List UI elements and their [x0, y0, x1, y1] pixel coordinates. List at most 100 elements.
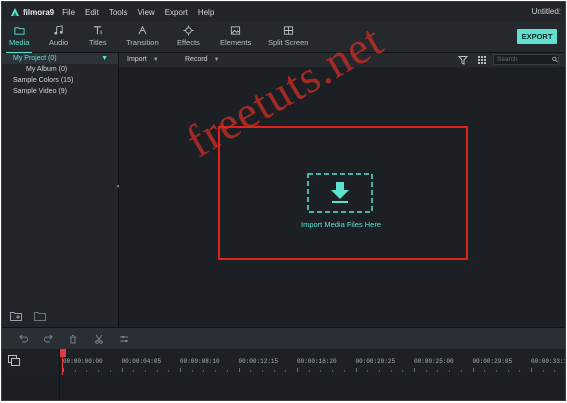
menu-help[interactable]: Help	[198, 8, 214, 17]
menu-tools[interactable]: Tools	[109, 8, 128, 17]
menu-bar: filmora9 File Edit Tools View Export Hel…	[2, 2, 565, 22]
remove-folder-icon[interactable]	[34, 311, 46, 321]
split-screen-icon	[283, 26, 293, 35]
timeline-minor-tick	[250, 370, 252, 372]
tab-media-label: Media	[9, 38, 30, 47]
filter-icon[interactable]	[458, 55, 468, 65]
timeline-minor-tick	[168, 370, 170, 372]
delete-icon[interactable]	[68, 334, 78, 344]
search-box	[493, 54, 559, 65]
tab-split-screen[interactable]: Split Screen	[268, 25, 308, 51]
media-area: Import ▼ Record ▼ I	[119, 53, 565, 327]
app-logo-text: filmora9	[23, 7, 55, 17]
timeline-minor-tick	[402, 370, 404, 372]
media-toolbar: Import ▼ Record ▼	[119, 53, 565, 67]
cut-icon[interactable]	[94, 334, 104, 344]
timeline-minor-tick	[144, 370, 146, 372]
timeline-minor-tick	[332, 370, 334, 372]
record-dropdown[interactable]: Record ▼	[185, 56, 220, 63]
tab-effects-label: Effects	[177, 38, 200, 47]
timeline-minor-tick	[425, 370, 427, 372]
timeline-minor-tick	[86, 370, 88, 372]
media-library-tree: My Project (0) ▼ My Album (0) Sample Col…	[2, 53, 118, 97]
image-icon	[231, 26, 241, 35]
timeline-minor-tick	[449, 370, 451, 372]
library-actions	[10, 311, 46, 321]
timeline-minor-tick	[554, 370, 556, 372]
timeline-minor-tick	[285, 370, 287, 372]
timeline-minor-tick	[507, 370, 509, 372]
adjust-icon[interactable]	[119, 334, 129, 344]
timeline-tick-label: 00:00:25:00	[414, 358, 454, 365]
grid-view-icon[interactable]	[477, 55, 487, 65]
track-manager-icon[interactable]	[8, 355, 20, 366]
export-button[interactable]: EXPORT	[517, 29, 557, 44]
chevron-down-icon[interactable]: ▼	[101, 53, 108, 64]
timeline-minor-tick	[390, 370, 392, 372]
timeline-minor-tick	[109, 370, 111, 372]
tab-transition[interactable]: Transition	[126, 25, 159, 51]
timeline-tick	[121, 368, 123, 372]
library-item-label: My Project (0)	[13, 55, 57, 62]
timeline-minor-tick	[343, 370, 345, 372]
filmora-logo-icon	[11, 8, 19, 16]
tab-media[interactable]: Media	[6, 25, 33, 54]
redo-icon[interactable]	[44, 334, 54, 344]
menu-view[interactable]: View	[138, 8, 155, 17]
library-item-sample-colors[interactable]: Sample Colors (15)	[2, 75, 118, 86]
library-item-label: My Album (0)	[26, 66, 68, 73]
timeline-tick-label: 00:00:08:10	[180, 358, 220, 365]
search-input[interactable]	[494, 56, 550, 63]
timeline-ruler: 00:00:00:00 00:00:04:05 00:00:08:10 00:00:1…	[2, 349, 565, 375]
tab-effects[interactable]: Effects	[177, 25, 200, 51]
timeline-minor-tick	[460, 370, 462, 372]
text-icon	[94, 26, 102, 35]
timeline-tick	[180, 368, 181, 372]
chevron-down-icon: ▼	[213, 56, 220, 63]
import-drop-zone[interactable]	[307, 173, 373, 213]
import-dropdown[interactable]: Import ▼	[127, 56, 159, 63]
timeline-tick	[531, 368, 532, 372]
track-labels	[2, 375, 60, 400]
record-label: Record	[185, 56, 208, 63]
timeline-tracks	[2, 375, 565, 400]
library-item-sample-video[interactable]: Sample Video (9)	[2, 86, 118, 97]
timeline-minor-tick	[484, 370, 486, 372]
undo-icon[interactable]	[18, 334, 28, 344]
search-icon[interactable]	[552, 56, 558, 63]
timeline-minor-tick	[156, 370, 158, 372]
timeline-minor-tick	[519, 370, 521, 372]
timeline-tick-label: 00:00:04:05	[121, 358, 162, 365]
timeline-minor-tick	[261, 370, 263, 372]
timeline-minor-tick	[273, 370, 275, 372]
playhead-handle[interactable]	[60, 349, 66, 357]
import-drop-label: Import Media Files Here	[300, 220, 382, 229]
transition-icon	[138, 25, 147, 35]
tab-elements-label: Elements	[220, 38, 252, 47]
project-title: Untitled:	[531, 7, 561, 16]
timeline-minor-tick	[215, 370, 217, 372]
app-logo: filmora9	[10, 7, 54, 17]
tab-audio[interactable]: Audio	[49, 25, 68, 51]
media-library-panel: My Project (0) ▼ My Album (0) Sample Col…	[2, 53, 119, 327]
menu-edit[interactable]: Edit	[85, 8, 99, 17]
timeline-minor-tick	[367, 370, 369, 372]
library-item-my-album[interactable]: My Album (0)	[2, 64, 118, 75]
menu-file[interactable]: File	[62, 8, 75, 17]
menu-export[interactable]: Export	[165, 8, 188, 17]
add-folder-icon[interactable]	[10, 311, 22, 321]
tab-titles[interactable]: Titles	[89, 25, 107, 51]
tab-elements[interactable]: Elements	[220, 25, 251, 51]
timeline-minor-tick	[191, 370, 193, 372]
timeline-minor-tick	[320, 370, 322, 372]
library-item-label: Sample Colors (15)	[13, 77, 74, 84]
timeline-minor-tick	[542, 370, 544, 372]
tab-transition-label: Transition	[126, 38, 159, 47]
music-note-icon	[54, 25, 63, 35]
import-label: Import	[127, 56, 147, 63]
timeline-tick-label: 00:00:29:05	[472, 358, 513, 365]
timeline-minor-tick	[203, 370, 205, 372]
timeline-minor-tick	[133, 370, 135, 372]
library-item-my-project[interactable]: My Project (0) ▼	[2, 53, 118, 64]
download-arrow-icon	[331, 182, 349, 203]
